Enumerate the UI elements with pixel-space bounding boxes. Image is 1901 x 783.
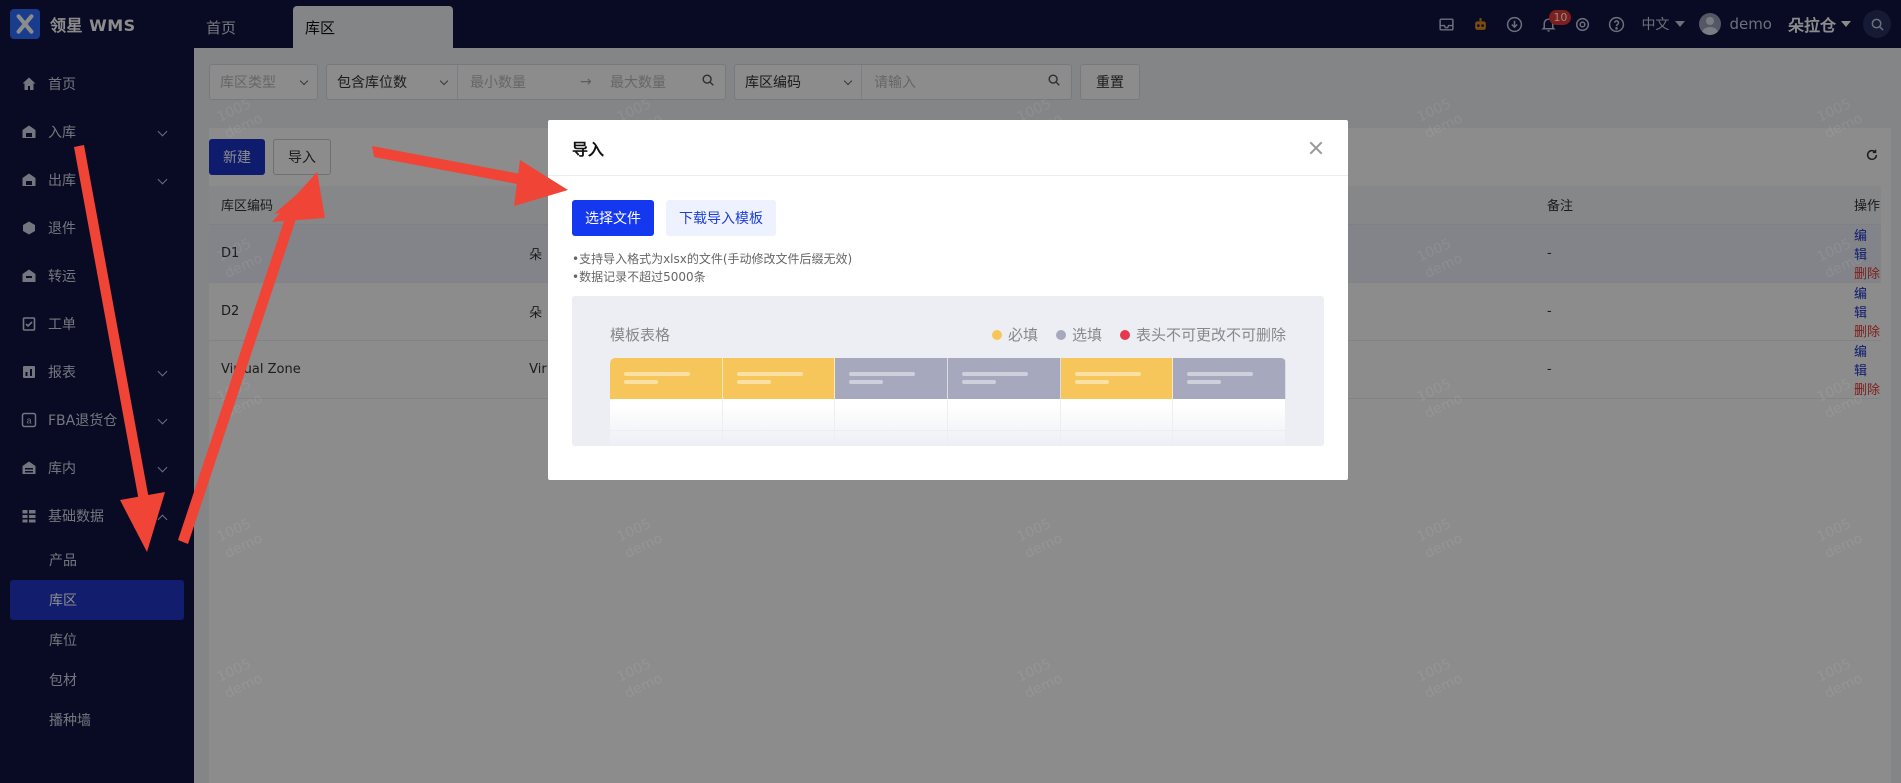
template-legend: 必填 选填 表头不可更改不可删除 bbox=[991, 324, 1286, 345]
import-modal: 导入 选择文件 下载导入模板 •支持导入格式为xlsx的文件(手动修改文件后缀无… bbox=[548, 120, 1348, 480]
close-icon[interactable] bbox=[1308, 140, 1324, 156]
locked-dot-icon bbox=[1119, 329, 1130, 340]
legend-optional: 选填 bbox=[1055, 324, 1102, 345]
template-fade bbox=[572, 406, 1324, 446]
tip-limit: •数据记录不超过5000条 bbox=[572, 270, 706, 284]
template-title: 模板表格 bbox=[610, 326, 671, 344]
legend-label: 表头不可更改不可删除 bbox=[1135, 326, 1286, 344]
legend-required: 必填 bbox=[991, 324, 1038, 345]
legend-locked-header: 表头不可更改不可删除 bbox=[1119, 324, 1286, 345]
choose-file-button[interactable]: 选择文件 bbox=[572, 200, 654, 236]
tip-format: •支持导入格式为xlsx的文件(手动修改文件后缀无效) bbox=[572, 252, 853, 266]
template-header-cell bbox=[835, 358, 949, 399]
template-preview: 模板表格 必填 选填 表头不可更改不可删除 bbox=[572, 296, 1324, 446]
required-dot-icon bbox=[991, 329, 1002, 340]
modal-title: 导入 bbox=[572, 139, 605, 159]
download-template-button[interactable]: 下载导入模板 bbox=[666, 200, 776, 236]
template-header-cell bbox=[722, 358, 836, 399]
template-header-cell bbox=[610, 358, 723, 399]
template-grid-header bbox=[610, 358, 1286, 399]
optional-dot-icon bbox=[1055, 329, 1066, 340]
modal-header: 导入 bbox=[548, 120, 1348, 176]
import-tips: •支持导入格式为xlsx的文件(手动修改文件后缀无效) •数据记录不超过5000… bbox=[572, 250, 1324, 286]
modal-body: 选择文件 下载导入模板 •支持导入格式为xlsx的文件(手动修改文件后缀无效) … bbox=[548, 176, 1348, 446]
template-header-cell bbox=[948, 358, 1061, 399]
template-header-cell bbox=[1173, 358, 1286, 399]
legend-label: 选填 bbox=[1071, 326, 1102, 344]
modal-actions: 选择文件 下载导入模板 bbox=[572, 200, 1324, 236]
legend-label: 必填 bbox=[1007, 326, 1038, 344]
template-header-cell bbox=[1060, 358, 1174, 399]
